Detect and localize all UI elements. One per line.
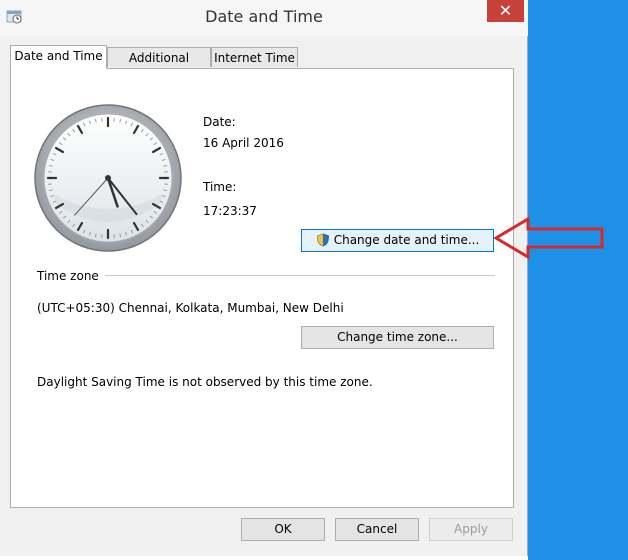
date-label: Date: bbox=[203, 115, 236, 129]
clock-face bbox=[34, 104, 182, 252]
window-title: Date and Time bbox=[205, 7, 323, 26]
uac-shield-icon bbox=[316, 233, 329, 247]
date-value: 16 April 2016 bbox=[203, 136, 284, 150]
change-time-zone-button[interactable]: Change time zone... bbox=[301, 326, 494, 349]
change-date-time-button[interactable]: Change date and time... bbox=[301, 229, 494, 252]
time-zone-divider bbox=[105, 275, 495, 276]
tab-internet-time[interactable]: Internet Time bbox=[211, 47, 298, 67]
close-button[interactable]: ✕ bbox=[487, 0, 524, 22]
tab-additional-clocks[interactable]: Additional Clocks bbox=[107, 47, 211, 85]
date-time-dialog: Date and Time ✕ Date and Time Additional… bbox=[0, 0, 528, 556]
change-date-time-label: Change date and time... bbox=[333, 233, 480, 247]
time-zone-value: (UTC+05:30) Chennai, Kolkata, Mumbai, Ne… bbox=[37, 301, 344, 315]
tab-date-and-time[interactable]: Date and Time bbox=[10, 45, 107, 69]
time-value: 17:23:37 bbox=[203, 204, 257, 218]
dst-note: Daylight Saving Time is not observed by … bbox=[37, 375, 373, 389]
cancel-button[interactable]: Cancel bbox=[335, 518, 419, 541]
close-icon: ✕ bbox=[498, 1, 513, 20]
ok-button[interactable]: OK bbox=[241, 518, 325, 541]
desktop-background bbox=[528, 0, 628, 560]
title-bar[interactable]: Date and Time ✕ bbox=[0, 0, 528, 36]
time-zone-section-label: Time zone bbox=[37, 269, 99, 283]
tab-panel: Date: 16 April 2016 Time: 17:23:37 Chang… bbox=[10, 68, 514, 508]
time-label: Time: bbox=[203, 180, 237, 194]
annotation-arrow bbox=[494, 216, 604, 260]
apply-button[interactable]: Apply bbox=[429, 518, 513, 541]
